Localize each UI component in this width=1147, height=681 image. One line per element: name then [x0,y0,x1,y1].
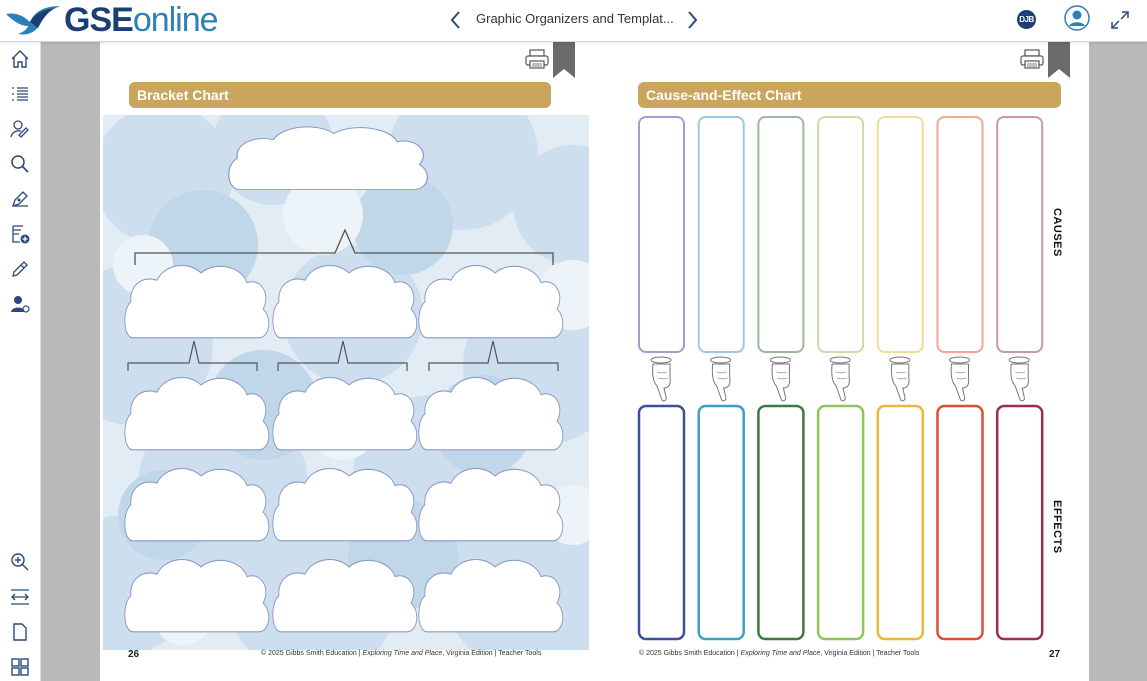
cause-effect-banner: Cause-and-Effect Chart [638,82,1061,108]
cause-box [638,116,685,353]
pointing-hand-icon [650,356,672,402]
page-number: 27 [1049,649,1061,660]
list-icon[interactable] [9,83,31,105]
effects-label: EFFECTS [1051,500,1063,554]
cause-box [697,116,745,353]
printer-icon[interactable] [1019,48,1045,70]
pointing-hand-icon [769,356,791,402]
effect-box [757,404,805,641]
pointing-hand-icon [1008,356,1030,402]
cause-box [757,116,805,353]
effect-box [876,404,925,641]
pointing-hand-icon [889,356,911,402]
effect-box [936,404,984,641]
fit-width-icon[interactable] [9,586,31,608]
student-edit-icon[interactable] [9,118,31,140]
copyright-line: © 2025 Gibbs Smith Education | Exploring… [261,650,542,657]
cause-box [876,116,924,353]
logo-text: GSEonline [64,1,219,39]
page-27: Cause-and-Effect Chart CAUSES EFFECTS © … [595,42,1089,681]
copyright-line: © 2025 Gibbs Smith Education | Exploring… [639,650,920,657]
add-note-icon[interactable] [9,223,31,245]
home-icon[interactable] [9,48,31,70]
bookmark-icon[interactable] [1047,42,1071,78]
cause-box [936,116,984,353]
pen-annotate-icon[interactable] [9,188,31,210]
search-icon[interactable] [9,153,31,175]
user-avatar-icon[interactable] [1064,5,1090,31]
pointing-hand-icon [829,356,851,402]
causes-label: CAUSES [1051,208,1063,257]
bookmark-icon[interactable] [552,42,576,78]
bracket-chart-banner: Bracket Chart [129,82,551,108]
viewer-gutter-left [41,42,100,681]
thumbnails-grid-icon[interactable] [9,656,31,678]
effect-box [697,404,745,641]
gse-online-logo[interactable]: GSEonline [4,1,219,39]
effect-box [816,404,865,641]
top-bar: GSEonline Graphic Organizers and Templat… [0,0,1147,42]
chevron-right-icon[interactable] [682,9,702,31]
cause-box [996,116,1044,353]
pointing-hand-icon [710,356,732,402]
viewer-gutter-right [1089,42,1147,681]
printer-icon[interactable] [524,48,550,70]
highlighter-icon[interactable] [9,258,31,280]
bracket-chart-organizer [103,115,589,650]
effect-box [637,404,686,641]
assign-user-icon[interactable] [9,293,31,315]
user-initials-badge[interactable]: DJB [1017,10,1036,29]
cause-box [817,116,865,353]
page-number: 26 [128,649,140,660]
effect-box [995,404,1044,641]
page-26: Bracket Chart 26 © 2025 Gibbs Smith Educ… [100,42,595,681]
pointing-hand-icon [949,356,970,402]
zoom-in-icon[interactable] [9,551,31,573]
left-sidebar [0,42,41,681]
chevron-left-icon[interactable] [446,9,466,31]
cause-effect-organizer [637,116,1044,641]
single-page-icon[interactable] [9,621,31,643]
fullscreen-expand-icon[interactable] [1109,9,1131,31]
bird-logo-icon [6,6,60,35]
document-title: Graphic Organizers and Templat... [476,11,674,26]
